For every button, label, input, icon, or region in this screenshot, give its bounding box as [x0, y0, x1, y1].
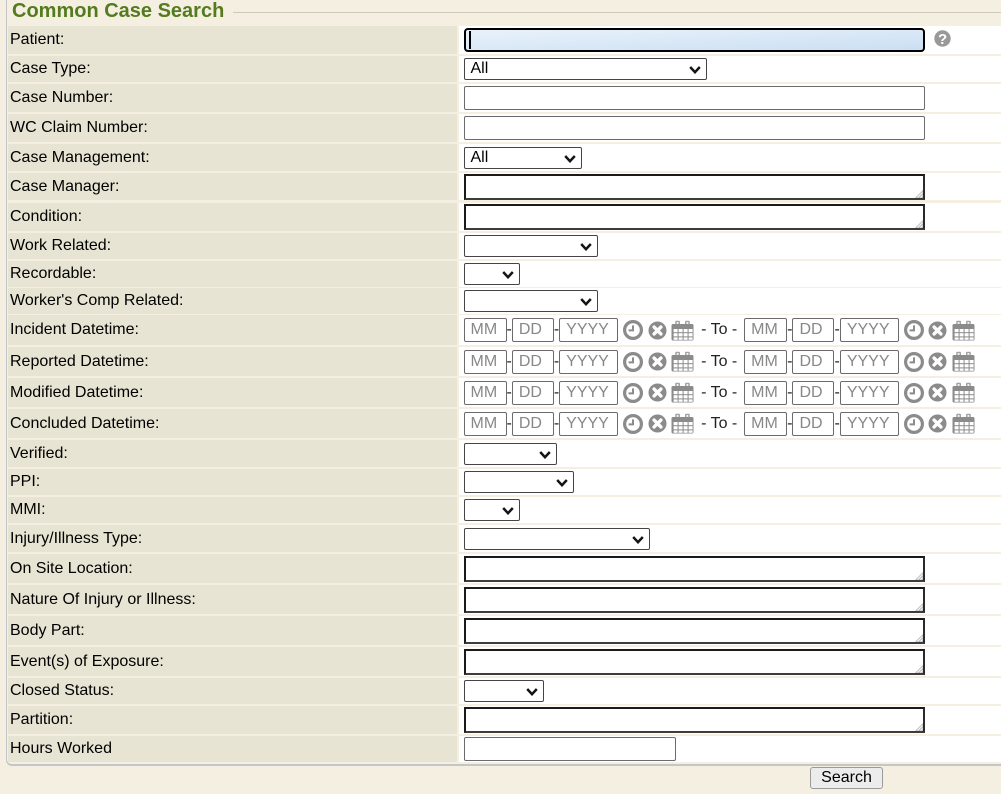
svg-text:?: ? — [938, 31, 947, 47]
